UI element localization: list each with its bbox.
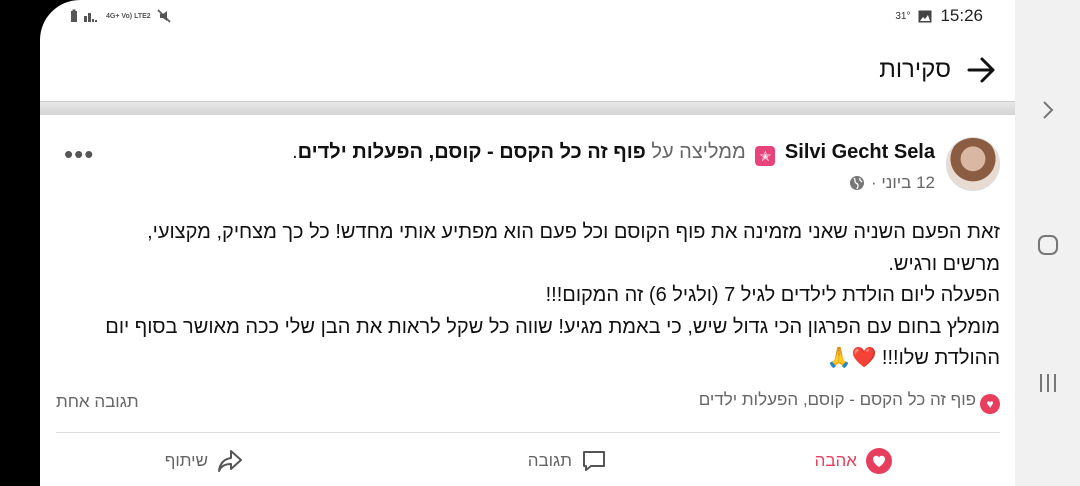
heart-reaction-icon: ♥: [980, 394, 1000, 414]
more-options-button[interactable]: •••: [64, 139, 94, 170]
body-line: זאת הפעם השניה שאני מזמינה את פוף הקוסם …: [147, 221, 1000, 243]
nav-back-button[interactable]: [1015, 95, 1080, 125]
love-button[interactable]: אהבה: [815, 447, 893, 475]
status-left: 4G+ Vo) LTE2: [70, 9, 171, 23]
post-date[interactable]: 12 ביוני ·: [871, 173, 935, 193]
reaction-page-name: פוף זה כל הקסם - קוסם, הפעלות ילדים: [698, 390, 976, 409]
share-label: שיתוף: [164, 451, 208, 470]
recents-icon: [1039, 374, 1056, 392]
comment-button[interactable]: תגובה: [528, 447, 608, 475]
post-meta: 12 ביוני ·: [849, 173, 935, 193]
recommended-page-name[interactable]: פוף זה כל הקסם - קוסם, הפעלות ילדים: [298, 141, 646, 163]
page-title: סקירות: [879, 56, 951, 83]
nav-recents-button[interactable]: [1015, 368, 1080, 398]
reaction-summary: ♥פוף זה כל הקסם - קוסם, הפעלות ילדים תגו…: [56, 388, 1000, 416]
mute-icon: [157, 9, 171, 23]
share-button[interactable]: שיתוף: [165, 447, 244, 475]
clock: 15:26: [940, 6, 983, 25]
reaction-page[interactable]: ♥פוף זה כל הקסם - קוסם, הפעלות ילדים: [699, 390, 1000, 414]
signal-icon: [84, 13, 97, 22]
body-line: ההולדת שלו!!! ❤️🙏: [826, 347, 1000, 369]
nav-home-button[interactable]: [1015, 230, 1080, 260]
reply-count[interactable]: תגובה אחת: [56, 392, 139, 412]
system-nav-bar: [1015, 0, 1080, 486]
chevron-right-icon: [1042, 101, 1053, 119]
author-line: Silvi Gecht Sela ✭ ממליצה על פוף זה כל ה…: [292, 141, 935, 166]
comment-icon: [583, 451, 605, 471]
author-name[interactable]: Silvi Gecht Sela: [785, 141, 935, 163]
love-label: אהבה: [814, 451, 857, 470]
status-right: 31° 15:26: [895, 6, 983, 26]
actions-divider: [56, 432, 1000, 433]
post-body: זאת הפעם השניה שאני מזמינה את פוף הקוסם …: [70, 217, 1000, 375]
action-bar: אהבה תגובה שיתוף: [40, 437, 1015, 486]
body-line: מרשים ורגיש.: [888, 252, 1000, 275]
app-screen: 4G+ Vo) LTE2 31° 15:26 סקירות Silvi Gech…: [40, 0, 1015, 486]
body-line: הפעלה ליום הולדת לילדים לגיל 7 (ולגיל 6)…: [545, 284, 1000, 306]
home-icon: [1037, 235, 1058, 255]
image-icon: [918, 10, 932, 22]
header-divider: [40, 101, 1015, 115]
share-icon: [218, 450, 242, 472]
comment-label: תגובה: [527, 451, 572, 470]
globe-icon: [849, 176, 864, 190]
body-line: מומלץ בחום עם הפרגון הכי גדול שיש, כי בא…: [105, 315, 1000, 338]
avatar[interactable]: [946, 137, 1000, 191]
recommends-text: ממליצה על: [651, 141, 746, 163]
back-arrow-icon[interactable]: [965, 54, 997, 86]
temperature: 31°: [895, 10, 911, 22]
page-header: סקירות: [40, 40, 1015, 100]
network-type: 4G+ Vo) LTE2: [106, 12, 151, 20]
recommend-icon: ✭: [755, 146, 776, 166]
review-post: Silvi Gecht Sela ✭ ממליצה על פוף זה כל ה…: [40, 115, 1015, 486]
battery-icon: [71, 9, 77, 22]
status-bar: 4G+ Vo) LTE2 31° 15:26: [40, 0, 1015, 36]
heart-icon: [866, 448, 892, 474]
